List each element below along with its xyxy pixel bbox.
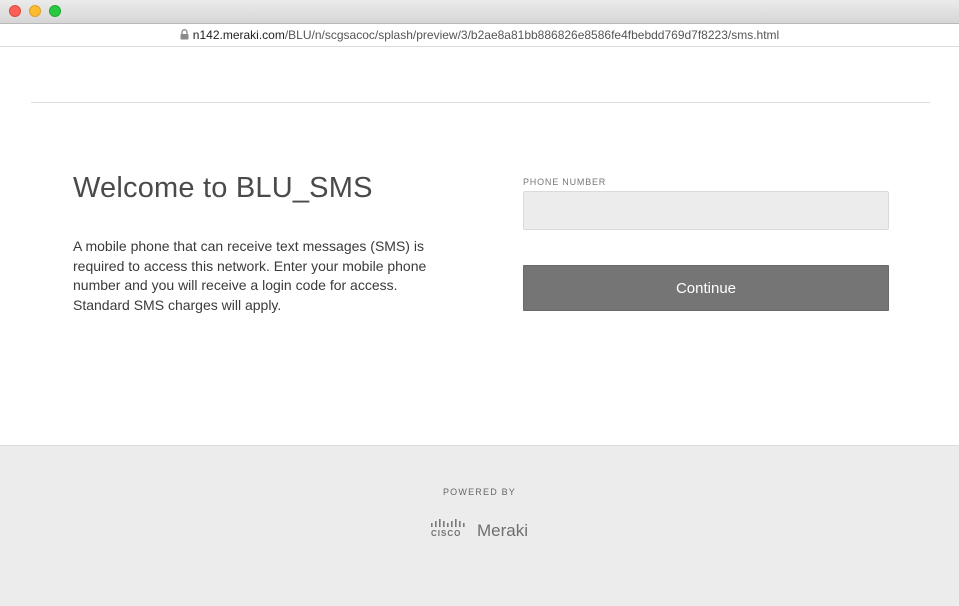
url-path: /BLU/n/scgsacoc/splash/preview/3/b2ae8a8…	[284, 28, 780, 42]
meraki-wordmark: Meraki	[477, 521, 529, 540]
minimize-window-button[interactable]	[29, 5, 41, 17]
splash-content: Welcome to BLU_SMS A mobile phone that c…	[0, 47, 959, 445]
phone-number-input[interactable]	[523, 191, 889, 230]
sms-description: A mobile phone that can receive text mes…	[73, 238, 427, 313]
title-bar	[0, 0, 959, 24]
close-window-button[interactable]	[9, 5, 21, 17]
cisco-meraki-logo: CISCO Meraki	[430, 518, 540, 542]
footer: POWERED BY CISCO Meraki	[0, 445, 959, 606]
lock-icon	[180, 28, 189, 40]
cisco-wordmark: CISCO	[431, 529, 462, 538]
page-title: Welcome to BLU_SMS	[73, 172, 373, 204]
powered-by-label: POWERED BY	[442, 487, 516, 497]
cisco-bars-icon	[431, 519, 465, 527]
phone-number-label: PHONE NUMBER	[523, 177, 607, 187]
maximize-window-button[interactable]	[49, 5, 61, 17]
address-bar[interactable]: n142.meraki.com/BLU/n/scgsacoc/splash/pr…	[0, 24, 959, 47]
browser-window: n142.meraki.com/BLU/n/scgsacoc/splash/pr…	[0, 0, 959, 606]
continue-button[interactable]: Continue	[523, 265, 889, 311]
url-host: n142.meraki.com	[192, 28, 285, 42]
divider	[31, 102, 930, 103]
